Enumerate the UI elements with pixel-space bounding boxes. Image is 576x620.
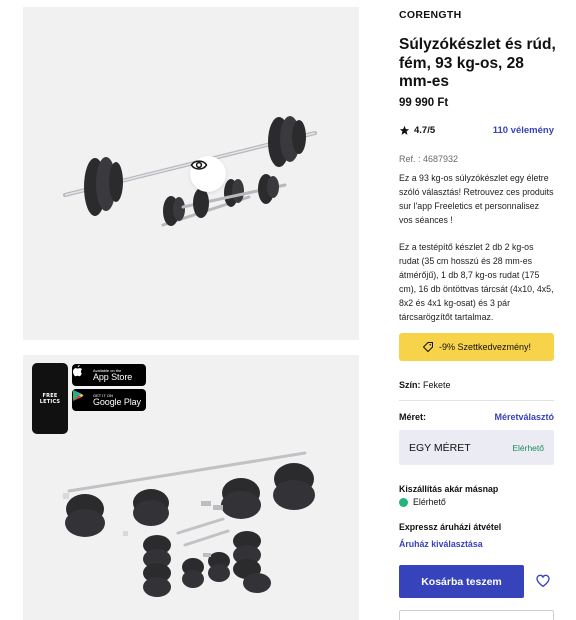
secondary-button[interactable] [399, 610, 554, 620]
size-value: EGY MÉRET [409, 441, 471, 454]
product-gallery: FREE LETICS Available on the App Store G… [0, 0, 380, 620]
product-image-set[interactable]: FREE LETICS Available on the App Store G… [23, 355, 359, 620]
product-image-barbell[interactable] [23, 7, 359, 340]
product-reference: Ref. : 4687932 [399, 154, 459, 164]
shipping-status-text: Elérhető [413, 497, 446, 507]
google-play-badge[interactable]: GET IT ON Google Play [72, 389, 146, 411]
google-play-icon [73, 390, 90, 407]
star-icon [399, 125, 410, 135]
available-dot-icon [399, 497, 408, 507]
price-tag-icon [422, 341, 434, 353]
size-guide-link[interactable]: Méretválasztó [494, 412, 554, 422]
color-value: Fekete [423, 380, 451, 390]
shipping-title: Kiszállítás akár másnap [399, 484, 499, 494]
bundle-discount-banner[interactable]: -9% Szettkedvezmény! [399, 333, 554, 361]
divider [399, 400, 554, 401]
product-description-intro: Ez a 93 kg-os súlyzókészlet egy életre s… [399, 173, 554, 225]
app-store-big-text: App Store [93, 371, 133, 382]
size-selector[interactable]: EGY MÉRET Elérhető [399, 430, 554, 465]
size-availability: Elérhető [512, 442, 544, 453]
product-price: 99 990 Ft [399, 97, 449, 109]
google-play-big-text: Google Play [93, 396, 141, 407]
rating-row: 4.7/5 110 vélemény [399, 125, 554, 136]
phone-brand-text: FREE LETICS [39, 392, 61, 405]
size-label: Méret: [399, 412, 427, 422]
shipping-status: Elérhető [399, 497, 446, 507]
product-title: Súlyzókészlet és rúd, fém, 93 kg-os, 28 … [399, 36, 556, 90]
reviews-link[interactable]: 110 vélemény [493, 125, 554, 136]
product-description-contents: Ez a testépítő készlet 2 db 2 kg-os ruda… [399, 242, 554, 322]
apple-icon [73, 365, 90, 382]
color-row: Szín: Fekete [399, 380, 451, 390]
pickup-title: Expressz áruházi átvétel [399, 522, 502, 532]
freeletics-phone-graphic: FREE LETICS [32, 363, 68, 434]
brand-name[interactable]: CORENGTH [399, 9, 461, 21]
eye-icon [190, 160, 208, 170]
store-select-link[interactable]: Áruház kiválasztása [399, 539, 483, 549]
color-label: Szín: [399, 380, 421, 390]
app-store-badge[interactable]: Available on the App Store [72, 364, 146, 386]
rating-score: 4.7/5 [414, 125, 436, 136]
add-to-cart-button[interactable]: Kosárba teszem [399, 565, 524, 598]
bundle-discount-text: -9% Szettkedvezmény! [438, 342, 532, 352]
zoom-eye-button[interactable] [190, 156, 226, 192]
heart-icon[interactable] [535, 573, 551, 589]
